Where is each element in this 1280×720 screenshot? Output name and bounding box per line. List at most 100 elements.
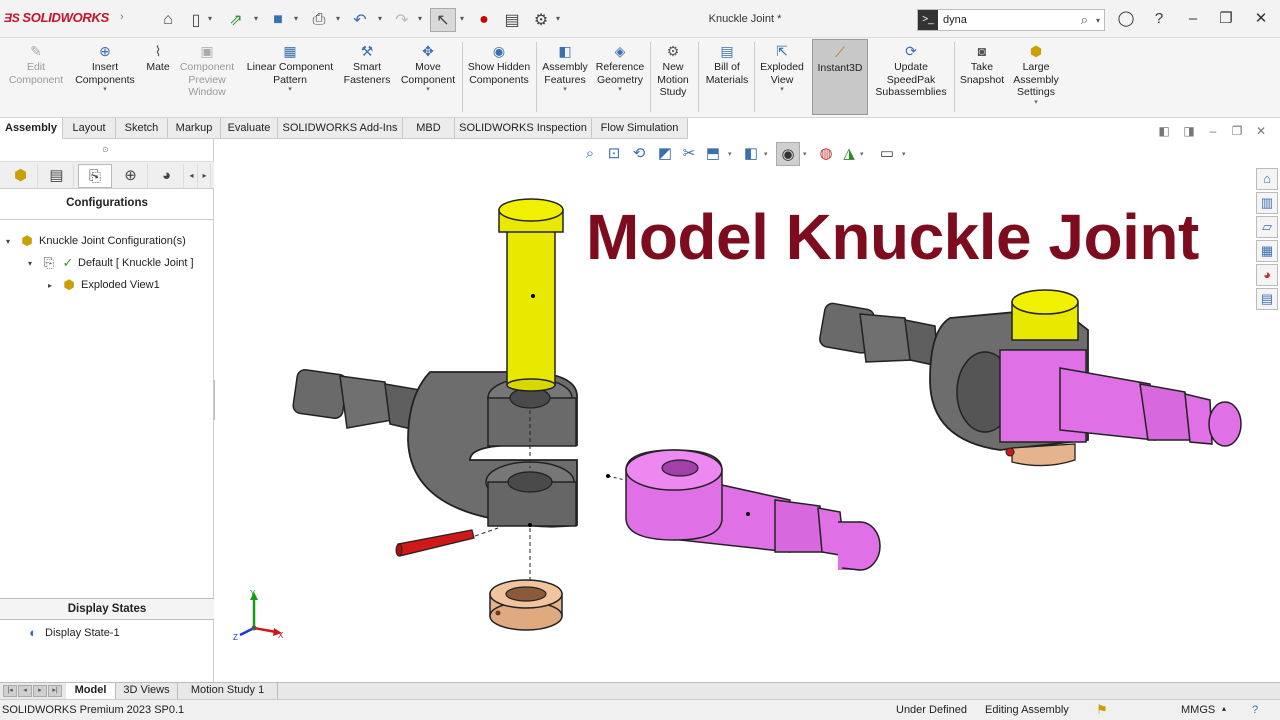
exploded-view-button[interactable]: ⇱ Exploded View ▾ bbox=[756, 42, 808, 94]
knuckle-pin-part[interactable] bbox=[498, 198, 564, 392]
assembled-knuckle-joint[interactable] bbox=[819, 289, 1242, 467]
help-bubble-icon[interactable]: ? bbox=[1252, 704, 1258, 716]
reference-geometry-button[interactable]: ◈ Reference Geometry ▾ bbox=[592, 42, 648, 94]
file-explorer-icon[interactable]: ▱ bbox=[1256, 216, 1278, 238]
configuration-manager-tab-icon[interactable]: ⎘ bbox=[78, 164, 112, 188]
first-tab-icon[interactable]: |◂ bbox=[3, 685, 17, 697]
select-cursor-icon[interactable]: ↖ bbox=[430, 8, 456, 32]
redo-icon[interactable]: ↷ bbox=[392, 8, 412, 32]
select-dropdown-icon[interactable]: ▾ bbox=[460, 14, 464, 23]
minimize-window-icon[interactable]: – bbox=[1182, 8, 1204, 30]
panel-grip-icon[interactable]: ⊙ bbox=[102, 145, 109, 154]
tab-layout[interactable]: Layout bbox=[63, 118, 116, 139]
dropdown-caret-icon[interactable]: ▾ bbox=[398, 86, 458, 94]
design-library-icon[interactable]: ▥ bbox=[1256, 192, 1278, 214]
appearance-tab-icon[interactable]: ◕ bbox=[150, 164, 184, 188]
collapse-icon[interactable]: ▾ bbox=[6, 237, 18, 246]
dropdown-caret-icon[interactable]: ▾ bbox=[538, 86, 592, 94]
undo-icon[interactable]: ↶ bbox=[350, 8, 370, 32]
viewport-close-icon[interactable]: ✕ bbox=[1252, 124, 1270, 138]
appearances-icon[interactable]: ◕ bbox=[1256, 264, 1278, 286]
open-icon[interactable]: ⇗ bbox=[226, 8, 246, 32]
rebuild-icon[interactable]: ● bbox=[474, 8, 494, 32]
save-icon[interactable]: ■ bbox=[268, 8, 288, 32]
search-input[interactable]: dyna bbox=[943, 14, 967, 26]
dropdown-caret-icon[interactable]: ▾ bbox=[1010, 99, 1062, 107]
dropdown-caret-icon[interactable]: ▾ bbox=[592, 86, 648, 94]
dropdown-caret-icon[interactable]: ▾ bbox=[242, 86, 338, 94]
dimxpert-tab-icon[interactable]: ⊕ bbox=[114, 164, 148, 188]
tab-evaluate[interactable]: Evaluate bbox=[221, 118, 278, 139]
search-icon[interactable]: ⌕ bbox=[1081, 12, 1088, 28]
rebuild-status-icon[interactable]: ⚑ bbox=[1096, 702, 1108, 718]
insert-components-button[interactable]: ⊕ Insert Components ▾ bbox=[70, 42, 140, 94]
undo-dropdown-icon[interactable]: ▾ bbox=[378, 14, 382, 23]
property-manager-tab-icon[interactable]: ▤ bbox=[40, 164, 74, 188]
fork-end-part[interactable] bbox=[292, 369, 578, 528]
menu-expand-icon[interactable]: › bbox=[120, 11, 124, 23]
restore-window-icon[interactable]: ❐ bbox=[1215, 8, 1237, 30]
exploded-view-row[interactable]: ▸ ⬢ Exploded View1 bbox=[48, 277, 160, 293]
expand-icon[interactable]: ▸ bbox=[48, 281, 60, 290]
take-snapshot-button[interactable]: ◙ Take Snapshot bbox=[956, 42, 1008, 86]
save-dropdown-icon[interactable]: ▾ bbox=[294, 14, 298, 23]
dropdown-caret-icon[interactable]: ▾ bbox=[756, 86, 808, 94]
units-indicator[interactable]: MMGS bbox=[1181, 704, 1215, 716]
viewport-minimize-icon[interactable]: – bbox=[1204, 124, 1222, 138]
tab-assembly[interactable]: Assembly bbox=[0, 118, 63, 139]
open-dropdown-icon[interactable]: ▾ bbox=[254, 14, 258, 23]
tab-inspection[interactable]: SOLIDWORKS Inspection bbox=[455, 118, 592, 139]
tab-sketch[interactable]: Sketch bbox=[116, 118, 168, 139]
edit-component-button[interactable]: ✎ Edit Component bbox=[4, 42, 68, 86]
instant3d-button[interactable]: ⟋ Instant3D bbox=[812, 39, 868, 115]
large-assembly-settings-button[interactable]: ⬢ Large Assembly Settings ▾ bbox=[1010, 42, 1062, 107]
viewport-prev-icon[interactable]: ◧ bbox=[1155, 124, 1173, 138]
prev-tab-icon[interactable]: ◂ bbox=[18, 685, 32, 697]
display-state-row[interactable]: ◐ Display State-1 bbox=[24, 625, 120, 640]
show-hidden-button[interactable]: ◉ Show Hidden Components bbox=[466, 42, 532, 86]
viewport-next-icon[interactable]: ◨ bbox=[1180, 124, 1198, 138]
new-motion-study-button[interactable]: ⚙ New Motion Study bbox=[652, 42, 694, 99]
print-icon[interactable]: ⎙ bbox=[308, 8, 330, 32]
scroll-right-icon[interactable]: ▸ bbox=[199, 164, 211, 188]
search-dropdown-icon[interactable]: ▾ bbox=[1096, 16, 1100, 25]
tab-model[interactable]: Model bbox=[66, 683, 116, 699]
taper-pin-part[interactable] bbox=[395, 529, 475, 557]
solidworks-resources-icon[interactable]: ⌂ bbox=[1256, 168, 1278, 190]
assembly-features-button[interactable]: ◧ Assembly Features ▾ bbox=[538, 42, 592, 94]
custom-properties-icon[interactable]: ▤ bbox=[1256, 288, 1278, 310]
new-dropdown-icon[interactable]: ▾ bbox=[208, 14, 212, 23]
mate-button[interactable]: ⌇ Mate bbox=[142, 42, 174, 74]
collapse-icon[interactable]: ▾ bbox=[28, 259, 40, 268]
update-speedpak-button[interactable]: ⟳ Update SpeedPak Subassemblies bbox=[872, 42, 950, 99]
next-tab-icon[interactable]: ▸ bbox=[33, 685, 47, 697]
bill-of-materials-button[interactable]: ▤ Bill of Materials bbox=[702, 42, 752, 86]
tab-3d-views[interactable]: 3D Views bbox=[116, 683, 178, 699]
dropdown-caret-icon[interactable]: ▾ bbox=[70, 86, 140, 94]
tab-mbd[interactable]: MBD bbox=[403, 118, 455, 139]
move-component-button[interactable]: ✥ Move Component ▾ bbox=[398, 42, 458, 94]
close-window-icon[interactable]: ✕ bbox=[1250, 8, 1272, 30]
view-palette-icon[interactable]: ▦ bbox=[1256, 240, 1278, 262]
default-config-row[interactable]: ▾ ⎘ ✓ Default [ Knuckle Joint ] bbox=[28, 255, 194, 271]
collar-part[interactable] bbox=[489, 579, 563, 631]
options-dropdown-icon[interactable]: ▾ bbox=[556, 14, 560, 23]
smart-fasteners-button[interactable]: ⚒ Smart Fasteners bbox=[340, 42, 394, 86]
component-preview-button[interactable]: ▣ Component Preview Window bbox=[176, 42, 238, 99]
units-dropdown-icon[interactable]: ▴ bbox=[1222, 704, 1226, 713]
viewport-restore-icon[interactable]: ❐ bbox=[1228, 124, 1246, 138]
tab-flow-simulation[interactable]: Flow Simulation bbox=[592, 118, 688, 139]
linear-pattern-button[interactable]: ▦ Linear Component Pattern ▾ bbox=[242, 42, 338, 94]
new-document-icon[interactable]: ▯ bbox=[186, 8, 206, 32]
user-account-icon[interactable]: ◯ bbox=[1115, 8, 1137, 30]
tab-markup[interactable]: Markup bbox=[168, 118, 221, 139]
feature-manager-tab-icon[interactable]: ⬢ bbox=[4, 164, 38, 188]
last-tab-icon[interactable]: ▸| bbox=[48, 685, 62, 697]
config-root-row[interactable]: ▾ ⬢ Knuckle Joint Configuration(s) bbox=[6, 233, 186, 249]
file-properties-icon[interactable]: ▤ bbox=[502, 8, 522, 32]
redo-dropdown-icon[interactable]: ▾ bbox=[418, 14, 422, 23]
search-box[interactable]: >_ dyna ⌕ ▾ bbox=[917, 9, 1105, 31]
solidworks-logo[interactable]: ƎS SOLIDWORKS bbox=[4, 10, 109, 25]
tab-addins[interactable]: SOLIDWORKS Add-Ins bbox=[278, 118, 403, 139]
eye-end-part[interactable] bbox=[625, 449, 881, 571]
